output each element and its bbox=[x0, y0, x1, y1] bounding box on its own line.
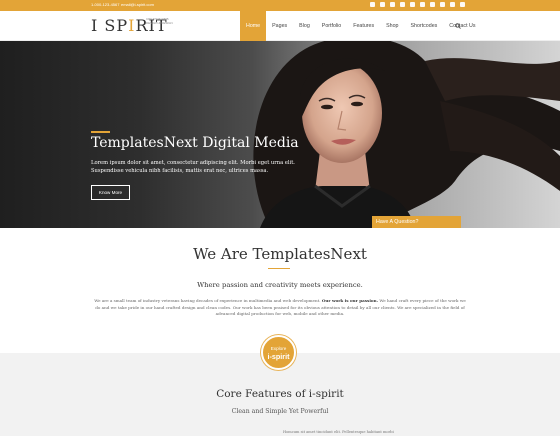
hero-slider: TemplatesNext Digital Media Lorem ipsum … bbox=[0, 41, 560, 228]
have-a-question-tab[interactable]: Have A Question? bbox=[372, 216, 461, 228]
hero-title-accent bbox=[91, 131, 110, 133]
phone-number: 1-000-123-4567 bbox=[91, 2, 120, 7]
about-title: We Are TemplatesNext bbox=[193, 245, 367, 263]
hero-text: Lorem ipsum dolor sit amet, consectetur … bbox=[91, 160, 295, 174]
about-text: We are a small team of industry veterans… bbox=[94, 298, 466, 317]
logo-tagline: CREATIVE WEB DESIGN & DESIGN bbox=[146, 17, 173, 25]
features-title: Core Features of i-spirit bbox=[216, 388, 344, 400]
youtube-icon[interactable] bbox=[430, 2, 435, 7]
explore-i-spirit-button[interactable]: Explore i-spirit bbox=[261, 335, 296, 370]
nav-blog[interactable]: Blog bbox=[293, 11, 316, 41]
nav-pages[interactable]: Pages bbox=[266, 11, 293, 41]
about-subtitle: Where passion and creativity meets exper… bbox=[197, 281, 363, 289]
nav-contact-us[interactable]: Contact Us bbox=[443, 11, 481, 41]
skype-icon[interactable] bbox=[390, 2, 395, 7]
nav-features[interactable]: Features bbox=[347, 11, 380, 41]
explore-brand: i-spirit bbox=[267, 352, 290, 361]
search-icon[interactable] bbox=[455, 23, 461, 29]
explore-label: Explore bbox=[270, 346, 287, 351]
main-nav: Home Pages Blog Portfolio Features Shop … bbox=[240, 11, 482, 41]
nav-home[interactable]: Home bbox=[240, 11, 267, 41]
nav-shortcodes[interactable]: Shortcodes bbox=[405, 11, 444, 41]
features-subtitle: Clean and Simple Yet Powerful bbox=[231, 408, 329, 415]
twitter-icon[interactable] bbox=[370, 2, 375, 7]
vimeo-icon[interactable] bbox=[440, 2, 445, 7]
linkedin-icon[interactable] bbox=[410, 2, 415, 7]
nav-shop[interactable]: Shop bbox=[380, 11, 404, 41]
site-header: I SPIRIT CREATIVE WEB DESIGN & DESIGN Ho… bbox=[0, 11, 560, 41]
features-snippet: Homcum sit amet tincidunt elit. Pellente… bbox=[283, 430, 394, 434]
social-links bbox=[370, 2, 465, 7]
pinterest-icon[interactable] bbox=[450, 2, 455, 7]
top-bar: 1-000-123-4567 email@i-spirit.com bbox=[0, 0, 560, 11]
dribbble-icon[interactable] bbox=[420, 2, 425, 7]
facebook-icon[interactable] bbox=[380, 2, 385, 7]
instagram-icon[interactable] bbox=[460, 2, 465, 7]
google-plus-icon[interactable] bbox=[400, 2, 405, 7]
know-more-button[interactable]: Know More bbox=[91, 185, 130, 200]
email-address[interactable]: email@i-spirit.com bbox=[121, 2, 154, 8]
about-title-accent bbox=[268, 268, 290, 269]
nav-portfolio[interactable]: Portfolio bbox=[316, 11, 347, 41]
hero-title: TemplatesNext Digital Media bbox=[91, 135, 299, 151]
